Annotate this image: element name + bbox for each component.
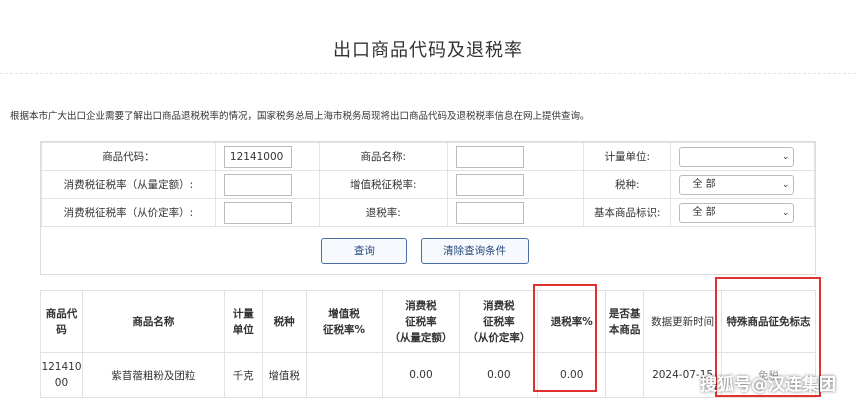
cell-cons-qty: 0.00 [381,352,461,398]
tax-type-select-value: 全 部 [692,178,716,190]
cell-name: 紫苜蓿粗粉及团粒 [81,352,225,398]
clear-button[interactable]: 清除查询条件 [420,237,529,264]
vat-input[interactable] [455,173,524,196]
cell-basic [605,352,645,398]
code-label: 商品代码： [41,142,216,171]
col-cons-qty: 消费税 征税率 （从量定额） [381,290,461,353]
query-form: 商品代码： 12141000 商品名称: 计量单位: ⌄ 消费税征税率（从量定额… [40,141,816,275]
cell-cons-val: 0.00 [459,352,539,398]
cons-val-label: 消费税征税率（从价定率）: [41,198,216,227]
unit-label: 计量单位: [583,142,672,171]
cell-tax-type: 增值税 [261,352,307,398]
refund-input[interactable] [455,201,524,224]
basic-select-value: 全 部 [692,206,716,218]
chevron-down-icon: ⌄ [781,179,790,190]
basic-select[interactable]: 全 部 ⌄ [679,202,795,223]
intro-text: 根据本市广大出口企业需要了解出口商品退税税率的情况，国家税务总局上海市税务局现将… [10,111,590,122]
cons-val-input[interactable] [223,201,292,224]
col-updated: 数据更新时间 [643,290,723,353]
refund-label: 退税率: [318,198,448,227]
basic-label: 基本商品标识: [583,198,672,227]
vat-label: 增值税征税率: [318,170,448,199]
col-name: 商品名称 [81,290,225,353]
chevron-down-icon: ⌄ [781,151,790,162]
cons-qty-input[interactable] [223,173,292,196]
chevron-down-icon: ⌄ [781,207,790,218]
col-tax-type: 税种 [261,290,307,353]
table-header-row: 商品代码 商品名称 计量 单位 税种 增值税 征税率% 消费税 征税率 （从量定额） 消… [40,290,816,353]
col-cons-val: 消费税 征税率 （从价定率） [459,290,539,353]
code-input[interactable]: 12141000 [223,145,292,168]
title-divider [0,73,856,74]
name-input[interactable] [455,145,524,168]
col-unit: 计量 单位 [223,290,263,353]
col-basic: 是否基 本商品 [605,290,645,353]
tax-type-select[interactable]: 全 部 ⌄ [679,174,795,195]
col-code: 商品代码 [40,290,83,353]
col-vat: 增值税 征税率% [305,290,383,353]
cell-unit: 千克 [223,352,263,398]
cell-code: 121410 00 [40,352,83,398]
watermark: 搜狐号@汉连集团 [700,375,836,395]
refund-highlight-box [533,284,597,392]
cell-vat [305,352,383,398]
unit-select[interactable]: ⌄ [679,146,795,167]
tax-type-label: 税种: [583,170,672,199]
page-title: 出口商品代码及退税率 [333,40,523,61]
name-label: 商品名称: [318,142,448,171]
cons-qty-label: 消费税征税率（从量定额）: [41,170,216,199]
query-button[interactable]: 查询 [321,237,408,264]
